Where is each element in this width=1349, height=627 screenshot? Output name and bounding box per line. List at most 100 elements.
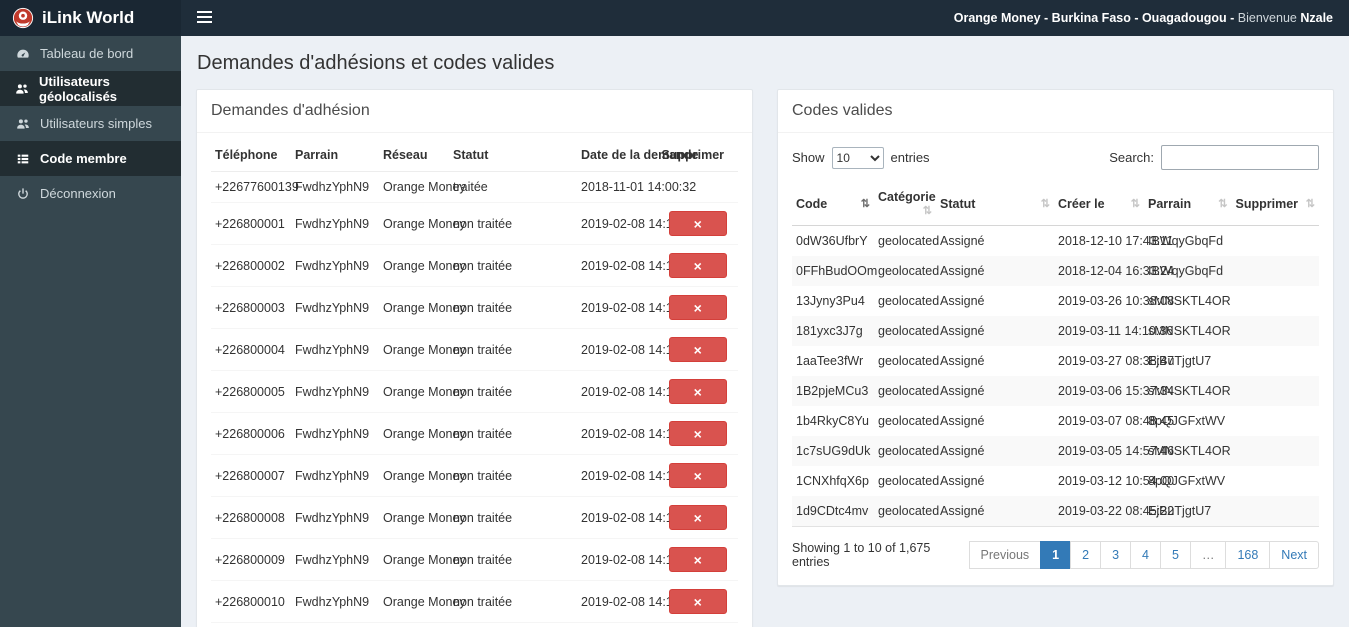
statut-cell: non traitée (449, 538, 577, 581)
date-cell: 2019-02-08 14:15:26 (577, 286, 697, 329)
datatable-footer: Showing 1 to 10 of 1,675 entries Previou… (778, 527, 1333, 585)
search-input[interactable] (1161, 145, 1319, 170)
topbar-main: Orange Money - Burkina Faso - Ouagadougo… (181, 0, 1349, 36)
categorie-cell: geolocated (874, 496, 939, 527)
delete-request-button[interactable]: × (668, 211, 727, 236)
date-cell: 2019-02-08 14:15:26 (577, 496, 697, 539)
delete-request-button[interactable]: × (668, 463, 727, 488)
statut-cell: non traitée (449, 412, 577, 455)
codes-panel-title: Codes valides (778, 90, 1333, 133)
creer-le-cell: 2019-03-26 10:38:08 (1058, 294, 1175, 308)
parrain-cell: FwdhzYphN9 (291, 622, 379, 627)
column-header-label: Statut (940, 196, 976, 211)
supprimer-cell: × (657, 286, 738, 329)
brand[interactable]: iLink World (0, 0, 181, 36)
delete-request-button[interactable]: × (668, 505, 727, 530)
statut-cell: non traitée (449, 202, 577, 245)
sidebar-item-label: Tableau de bord (40, 46, 134, 61)
supprimer-cell (1231, 496, 1319, 527)
reseau-cell: Orange Money (379, 328, 466, 371)
code-row: 0dW36UfbrY geolocated Assigné 2018-12-10… (792, 226, 1319, 257)
sort-icon: ⇅ (1218, 197, 1228, 210)
parrain-cell: EjBuTjgtU7 (1148, 354, 1212, 368)
parrain-cell: FwdhzYphN9 (291, 202, 379, 245)
parrain-cell: sMNSKTL4OR (1148, 384, 1231, 398)
pagination-button[interactable]: 168 (1225, 541, 1271, 569)
date-cell: 2019-02-08 14:15:26 (577, 454, 697, 497)
sidebar-item-label: Code membre (40, 151, 127, 166)
delete-request-button[interactable]: × (668, 337, 727, 362)
sortable-column-header[interactable]: Catégorie ⇅ (874, 182, 936, 226)
codes-panel: Codes valides Show 10 entries Search: Co… (777, 89, 1334, 586)
creer-le-cell: 2018-12-04 16:33:24 (1058, 264, 1175, 278)
request-row: +226800007 FwdhzYphN9 Orange Money non t… (211, 454, 738, 497)
parrain-cell: FwdhzYphN9 (291, 244, 379, 287)
code-cell: 1d9CDtc4mv (792, 496, 874, 527)
delete-request-button[interactable]: × (668, 547, 727, 572)
creer-le-cell: 2019-03-22 08:45:22 (1054, 496, 1174, 527)
column-header: Date de la demande (577, 139, 698, 172)
phone-cell: +226800004 (211, 328, 291, 371)
supprimer-cell (1232, 436, 1320, 466)
categorie-cell: geolocated (878, 264, 940, 278)
sidebar-item[interactable]: Utilisateurs géolocalisés (0, 71, 181, 106)
parrain-cell: FwdhzYphN9 (291, 370, 379, 413)
categorie-cell: geolocated (878, 234, 940, 248)
delete-request-button[interactable]: × (668, 421, 727, 446)
parrain-cell: FwdhzYphN9 (291, 171, 379, 203)
code-cell: 181yxc3J7g (796, 324, 863, 338)
delete-request-button[interactable]: × (668, 379, 727, 404)
delete-request-button[interactable]: × (668, 589, 727, 614)
pagination-button[interactable]: … (1189, 541, 1227, 569)
creer-le-cell: 2019-03-12 10:54:00 (1058, 474, 1175, 488)
topbar-context: Orange Money - Burkina Faso - Ouagadougo… (953, 11, 1227, 25)
sidebar-toggle-button[interactable] (181, 0, 227, 36)
sort-icon: ⇅ (1130, 197, 1140, 210)
date-cell: 2019-02-08 14:15:26 (577, 244, 697, 287)
close-icon: × (693, 383, 702, 400)
sidebar-item[interactable]: Code membre (0, 141, 181, 176)
reseau-cell: Orange Money (379, 412, 466, 455)
statut-cell: Assigné (936, 496, 1054, 527)
sidebar-item[interactable]: Déconnexion (0, 176, 181, 211)
phone-cell: +226800005 (211, 370, 291, 413)
reseau-cell: Orange Money (379, 538, 466, 581)
sidebar-item[interactable]: Utilisateurs simples (0, 106, 181, 141)
statut-cell: Assigné (940, 354, 985, 368)
supprimer-cell (1232, 376, 1320, 406)
statut-cell: Assigné (940, 234, 985, 248)
delete-request-button[interactable]: × (668, 253, 727, 278)
pagination-button[interactable]: Next (1269, 541, 1319, 569)
phone-cell: +226800330 (211, 622, 291, 627)
pagination-button[interactable]: 3 (1100, 541, 1132, 569)
entries-select[interactable]: 10 (831, 146, 884, 169)
pagination-button[interactable]: 2 (1070, 541, 1102, 569)
close-icon: × (693, 425, 702, 442)
code-cell: 1b4RkyC8Yu (796, 414, 869, 428)
sortable-column-header[interactable]: Créer le ⇅ (1054, 182, 1144, 226)
request-row: +226800003 FwdhzYphN9 Orange Money non t… (211, 286, 738, 329)
ilink-logo-icon (12, 7, 34, 29)
parrain-cell: FwdhzYphN9 (291, 328, 379, 371)
code-row: 1b4RkyC8Yu geolocated Assigné 2019-03-07… (792, 406, 1319, 436)
supprimer-cell (1232, 346, 1320, 376)
phone-cell: +226800010 (211, 580, 291, 623)
column-header: Statut (449, 139, 577, 172)
request-row: +226800006 FwdhzYphN9 Orange Money non t… (211, 412, 738, 455)
delete-request-button[interactable]: × (668, 295, 727, 320)
sortable-column-header[interactable]: Statut ⇅ (936, 182, 1054, 226)
supprimer-cell: × (657, 412, 738, 455)
code-row: 1c7sUG9dUk geolocated Assigné 2019-03-05… (792, 436, 1319, 466)
pagination-button[interactable]: 4 (1130, 541, 1161, 569)
pagination-button[interactable]: Previous (968, 541, 1042, 569)
sortable-column-header[interactable]: Supprimer ⇅ (1231, 182, 1319, 226)
pagination-button[interactable]: 5 (1159, 541, 1191, 569)
sortable-column-header[interactable]: Code ⇅ (792, 182, 874, 226)
sortable-column-header[interactable]: Parrain ⇅ (1144, 182, 1232, 226)
date-cell: 2019-02-08 14:15:26 (577, 580, 697, 623)
welcome-label: Bienvenue (1237, 11, 1297, 25)
pagination-button[interactable]: 1 (1040, 541, 1072, 569)
close-icon: × (693, 257, 702, 274)
sidebar-item[interactable]: Tableau de bord (0, 36, 181, 71)
parrain-cell: FwdhzYphN9 (291, 454, 379, 497)
